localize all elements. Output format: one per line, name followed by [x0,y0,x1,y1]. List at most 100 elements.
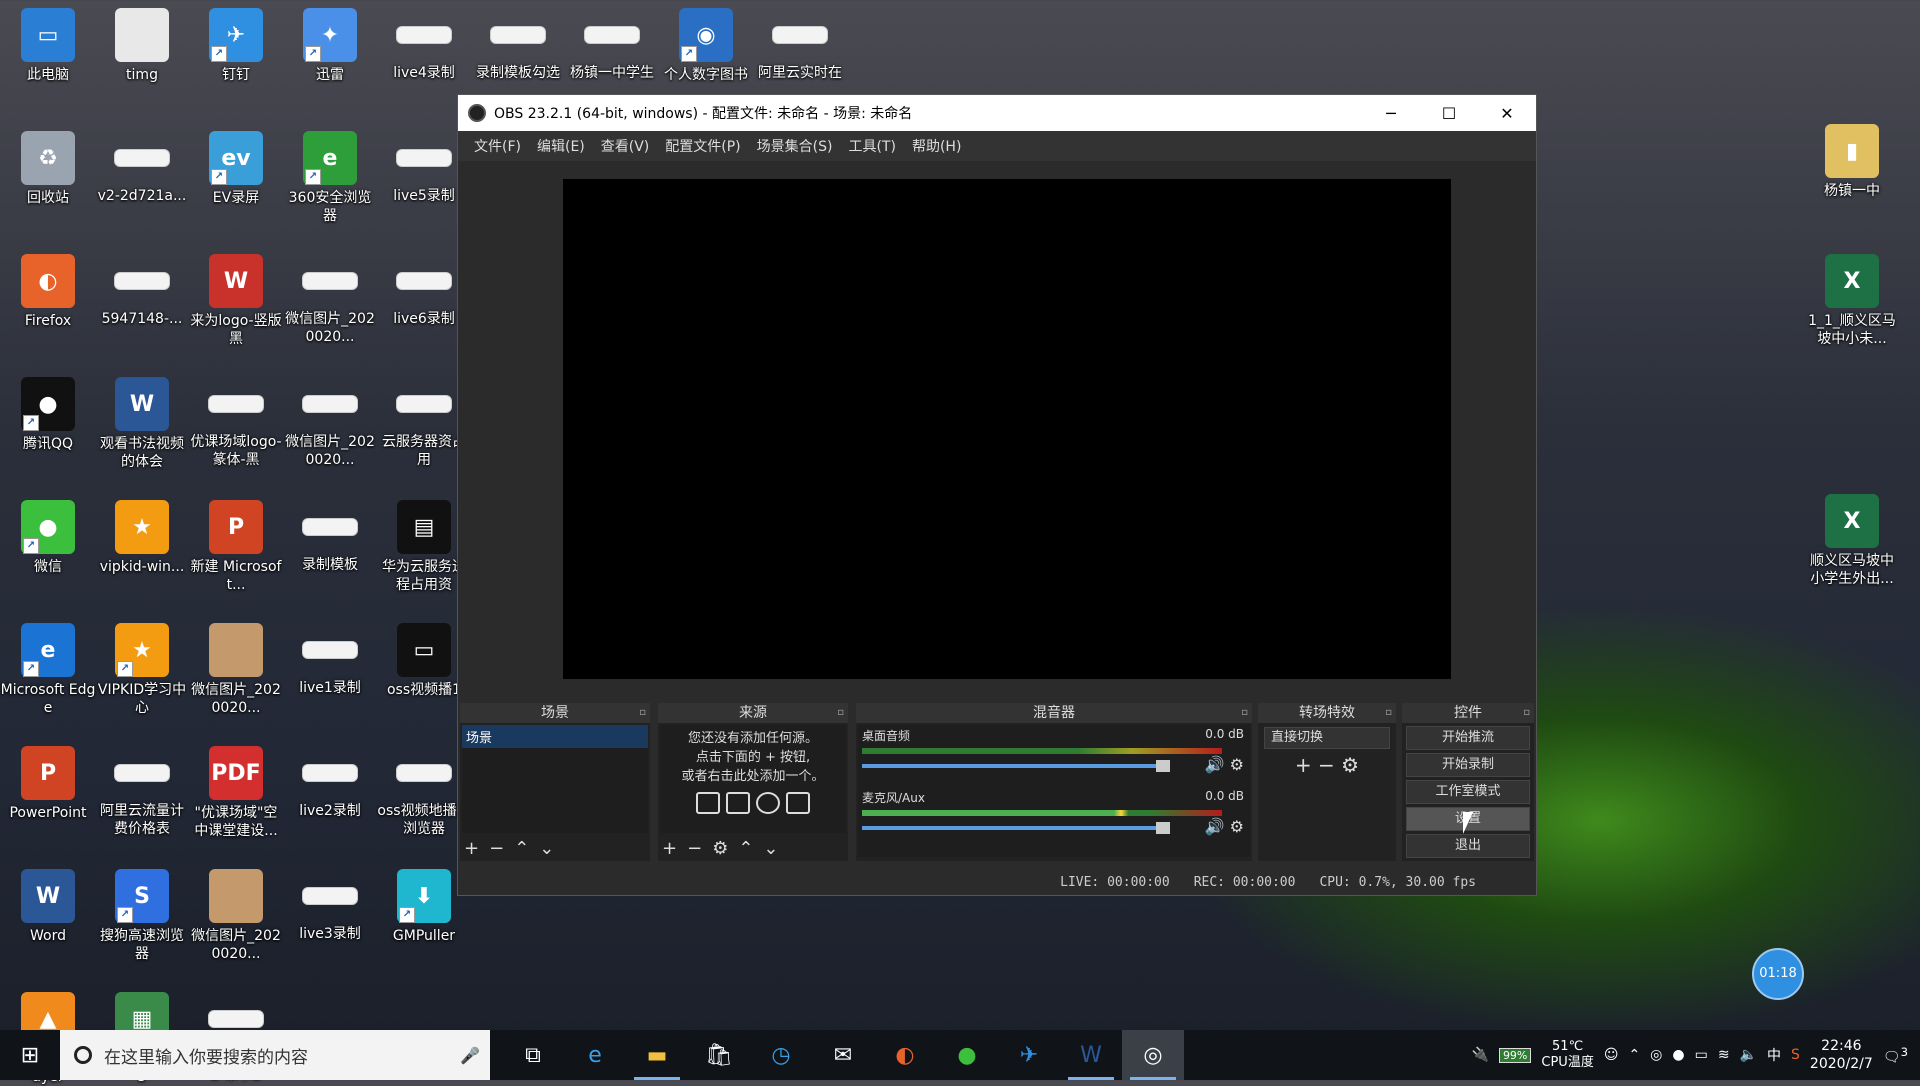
desktop-icon[interactable]: 微信图片_2020020... [188,865,284,963]
dingtalk-icon[interactable]: ✈ [998,1030,1060,1080]
minimize-button[interactable]: ─ [1362,104,1420,123]
desktop-icon[interactable]: live1录制 [282,619,378,697]
gear-icon[interactable]: ⚙ [1341,753,1359,777]
floating-clock-widget[interactable]: 01:18 [1752,948,1804,1000]
wifi-icon[interactable]: ≋ [1718,1047,1730,1063]
store-icon[interactable]: 🛍 [688,1030,750,1080]
desktop-icon[interactable]: ●↗腾讯QQ [0,373,96,453]
desktop-icon[interactable]: 微信图片_2020020... [282,373,378,469]
desktop-icon[interactable]: ◐Firefox [0,250,96,330]
task-view-icon[interactable]: ⧉ [502,1030,564,1080]
desktop-icon[interactable]: e↗Microsoft Edge [0,619,96,717]
menu-file[interactable]: 文件(F) [466,136,529,156]
desktop-icon[interactable]: X1_1_顺义区马坡中小未... [1804,250,1900,348]
clock-app-icon[interactable]: ◷ [750,1030,812,1080]
desktop-icon[interactable]: W来为logo-竖版黑 [188,250,284,348]
microphone-icon[interactable]: 🎤 [460,1046,490,1065]
desktop-icon[interactable]: ✦↗迅雷 [282,4,378,84]
desktop-icon[interactable]: 微信图片_2020020... [188,619,284,717]
menu-view[interactable]: 查看(V) [593,136,658,156]
desktop-icon[interactable]: ▭此电脑 [0,4,96,84]
desktop-icon[interactable]: ◉↗个人数字图书 [658,4,754,84]
desktop-icon[interactable]: e↗360安全浏览器 [282,127,378,225]
battery-tray-icon[interactable]: ▭ [1695,1047,1708,1063]
desktop-icon[interactable]: ✈↗钉钉 [188,4,284,84]
windows-start-icon[interactable]: ⊞ [0,1043,60,1068]
desktop-icon[interactable]: W观看书法视频的体会 [94,373,190,471]
menu-profile[interactable]: 配置文件(P) [657,136,748,156]
battery-indicator[interactable]: 99% [1499,1048,1531,1063]
taskbar-clock[interactable]: 22:46 2020/2/7 [1810,1037,1873,1073]
desktop-icon[interactable]: PDF"优课场域"空中课堂建设... [188,742,284,840]
remove-transition-icon[interactable]: − [1318,753,1335,777]
desktop-icon[interactable]: 阿里云实时在 [752,4,848,82]
obs-taskbar-icon[interactable]: ◎ [1122,1030,1184,1080]
desktop-icon[interactable]: v2-2d721a... [94,127,190,205]
word-icon[interactable]: W [1060,1030,1122,1080]
desktop-icon[interactable]: live4录制 [376,4,472,82]
sources-list[interactable]: 您还没有添加任何源。 点击下面的 + 按钮, 或者右击此处添加一个。 [660,725,846,833]
desktop-icon[interactable]: X顺义区马坡中小学生外出... [1804,490,1900,588]
undock-icon[interactable]: ▫ [639,703,646,723]
speaker-icon[interactable]: 🔊 ⚙ [1205,817,1244,836]
file-explorer-icon[interactable]: ▬ [626,1030,688,1080]
obs-tray-icon[interactable]: ◎ [1650,1047,1662,1063]
desktop-icon[interactable]: live3录制 [282,865,378,943]
undock-icon[interactable]: ▫ [1241,703,1248,723]
remove-scene-icon[interactable]: − [489,838,504,859]
people-icon[interactable]: ☺ [1604,1047,1619,1063]
desktop-icon[interactable]: PPowerPoint [0,742,96,822]
add-scene-icon[interactable]: + [464,838,479,859]
chevron-up-icon[interactable]: ⌃ [1628,1047,1640,1063]
desktop-icon[interactable]: S↗搜狗高速浏览器 [94,865,190,963]
add-source-icon[interactable]: + [662,838,677,859]
preview-canvas[interactable] [563,179,1451,679]
start-recording-button[interactable]: 开始录制 [1406,753,1530,777]
volume-slider[interactable] [862,826,1162,830]
exit-button[interactable]: 退出 [1406,834,1530,858]
menu-help[interactable]: 帮助(H) [904,136,969,156]
gear-icon[interactable]: ⚙ [712,838,728,859]
sogou-ime-icon[interactable]: S [1791,1047,1800,1063]
network-status-icon[interactable]: ● [1672,1047,1684,1063]
speaker-icon[interactable]: 🔊 ⚙ [1205,755,1244,774]
desktop-icon[interactable]: ▮杨镇一中 [1804,120,1900,200]
notification-center-icon[interactable]: 🗨3 [1883,1045,1908,1066]
menu-edit[interactable]: 编辑(E) [529,136,593,156]
desktop-icon[interactable]: 阿里云流量计费价格表 [94,742,190,838]
taskbar-search[interactable]: 在这里输入你要搜索的内容 🎤 [60,1030,490,1080]
desktop-icon[interactable]: ★vipkid-win... [94,496,190,576]
power-icon[interactable]: 🔌 [1472,1047,1489,1063]
volume-slider[interactable] [862,764,1162,768]
desktop-icon[interactable]: 录制模板勾选 [470,4,566,82]
desktop-icon[interactable]: ★↗VIPKID学习中心 [94,619,190,717]
desktop-icon[interactable]: P新建 Microsoft... [188,496,284,594]
desktop-icon[interactable]: 微信图片_2020020... [282,250,378,346]
close-button[interactable]: ✕ [1478,104,1536,123]
undock-icon[interactable]: ▫ [1523,703,1530,723]
desktop-icon[interactable]: 杨镇一中学生 [564,4,660,82]
remove-source-icon[interactable]: − [687,838,702,859]
desktop-icon[interactable]: ●↗微信 [0,496,96,576]
ime-indicator[interactable]: 中 [1767,1045,1781,1065]
firefox-icon[interactable]: ◐ [874,1030,936,1080]
menu-scene-collection[interactable]: 场景集合(S) [749,136,841,156]
move-down-icon[interactable]: ⌄ [539,838,554,859]
browser-360-icon[interactable]: ● [936,1030,998,1080]
desktop-icon[interactable]: timg [94,4,190,84]
undock-icon[interactable]: ▫ [837,703,844,723]
desktop-icon[interactable]: 5947148-... [94,250,190,328]
obs-titlebar[interactable]: OBS 23.2.1 (64-bit, windows) - 配置文件: 未命名… [458,95,1536,131]
start-streaming-button[interactable]: 开始推流 [1406,726,1530,750]
edge-icon[interactable]: e [564,1030,626,1080]
move-down-icon[interactable]: ⌄ [763,838,778,859]
studio-mode-button[interactable]: 工作室模式 [1406,780,1530,804]
desktop-icon[interactable]: live2录制 [282,742,378,820]
desktop-icon[interactable]: WWord [0,865,96,945]
maximize-button[interactable]: ☐ [1420,104,1478,123]
desktop-icon[interactable]: 优课场域logo-篆体-黑 [188,373,284,469]
scene-item[interactable]: 场景 [462,725,648,748]
move-up-icon[interactable]: ⌃ [738,838,753,859]
volume-icon[interactable]: 🔈 [1740,1047,1757,1063]
mail-icon[interactable]: ✉ [812,1030,874,1080]
